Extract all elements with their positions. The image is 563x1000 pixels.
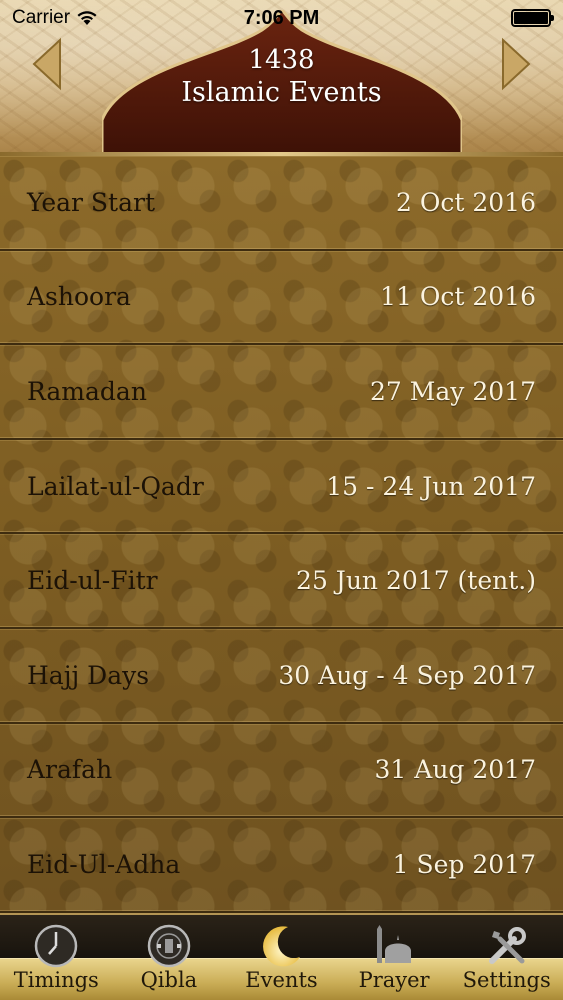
tab-events[interactable]: Events [225, 915, 338, 1000]
event-row-year-start[interactable]: Year Start 2 Oct 2016 [0, 156, 563, 251]
battery-icon [511, 9, 554, 27]
header-title-group: 1438 Islamic Events [0, 44, 563, 110]
tab-qibla[interactable]: Qibla [113, 915, 226, 1000]
event-row-ashoora[interactable]: Ashoora 11 Oct 2016 [0, 251, 563, 346]
mosque-icon [377, 925, 412, 963]
tab-label: Timings [13, 968, 99, 992]
tab-label: Events [245, 968, 318, 992]
hijri-year: 1438 [248, 45, 315, 75]
event-date: 30 Aug - 4 Sep 2017 [278, 660, 536, 690]
event-date: 2 Oct 2016 [396, 187, 536, 217]
carrier-label: Carrier [12, 7, 71, 28]
event-name: Arafah [27, 755, 113, 785]
event-name: Eid-Ul-Adha [27, 849, 181, 879]
tab-timings[interactable]: Timings [0, 915, 113, 1000]
tab-label: Qibla [140, 968, 198, 992]
wifi-icon [77, 11, 97, 25]
event-row-ramadan[interactable]: Ramadan 27 May 2017 [0, 345, 563, 440]
event-row-eid-ul-fitr[interactable]: Eid-ul-Fitr 25 Jun 2017 (tent.) [0, 534, 563, 629]
event-name: Ashoora [27, 282, 131, 312]
tab-label: Settings [462, 968, 551, 992]
tools-icon [488, 927, 526, 964]
event-name: Hajj Days [27, 660, 150, 690]
event-row-lailat-ul-qadr[interactable]: Lailat-ul-Qadr 15 - 24 Jun 2017 [0, 440, 563, 535]
event-date: 1 Sep 2017 [392, 849, 536, 879]
clock-icon [35, 924, 78, 968]
event-row-arafah[interactable]: Arafah 31 Aug 2017 [0, 724, 563, 819]
event-row-eid-ul-adha[interactable]: Eid-Ul-Adha 1 Sep 2017 [0, 818, 563, 913]
event-name: Year Start [27, 187, 156, 217]
compass-icon [147, 924, 191, 968]
status-bar: Carrier 7:06 PM [0, 0, 563, 36]
event-date: 15 - 24 Jun 2017 [326, 471, 536, 501]
event-row-hajj-days[interactable]: Hajj Days 30 Aug - 4 Sep 2017 [0, 629, 563, 724]
tab-label: Prayer [358, 968, 430, 992]
event-date: 11 Oct 2016 [380, 282, 536, 312]
event-date: 25 Jun 2017 (tent.) [296, 566, 536, 596]
event-name: Lailat-ul-Qadr [27, 471, 204, 501]
page-title: Islamic Events [181, 77, 382, 108]
event-name: Eid-ul-Fitr [27, 566, 158, 596]
event-date: 31 Aug 2017 [374, 755, 537, 785]
status-left: Carrier [12, 7, 98, 29]
tab-settings[interactable]: Settings [450, 915, 563, 1000]
battery-level [514, 12, 548, 24]
event-date: 27 May 2017 [370, 376, 536, 406]
tab-bar: Timings Qibla Events Prayer Settings [0, 913, 563, 1000]
events-list: Year Start 2 Oct 2016 Ashoora 11 Oct 201… [0, 156, 563, 913]
event-name: Ramadan [27, 376, 147, 406]
tab-prayer[interactable]: Prayer [338, 915, 451, 1000]
crescent-icon [263, 926, 301, 967]
